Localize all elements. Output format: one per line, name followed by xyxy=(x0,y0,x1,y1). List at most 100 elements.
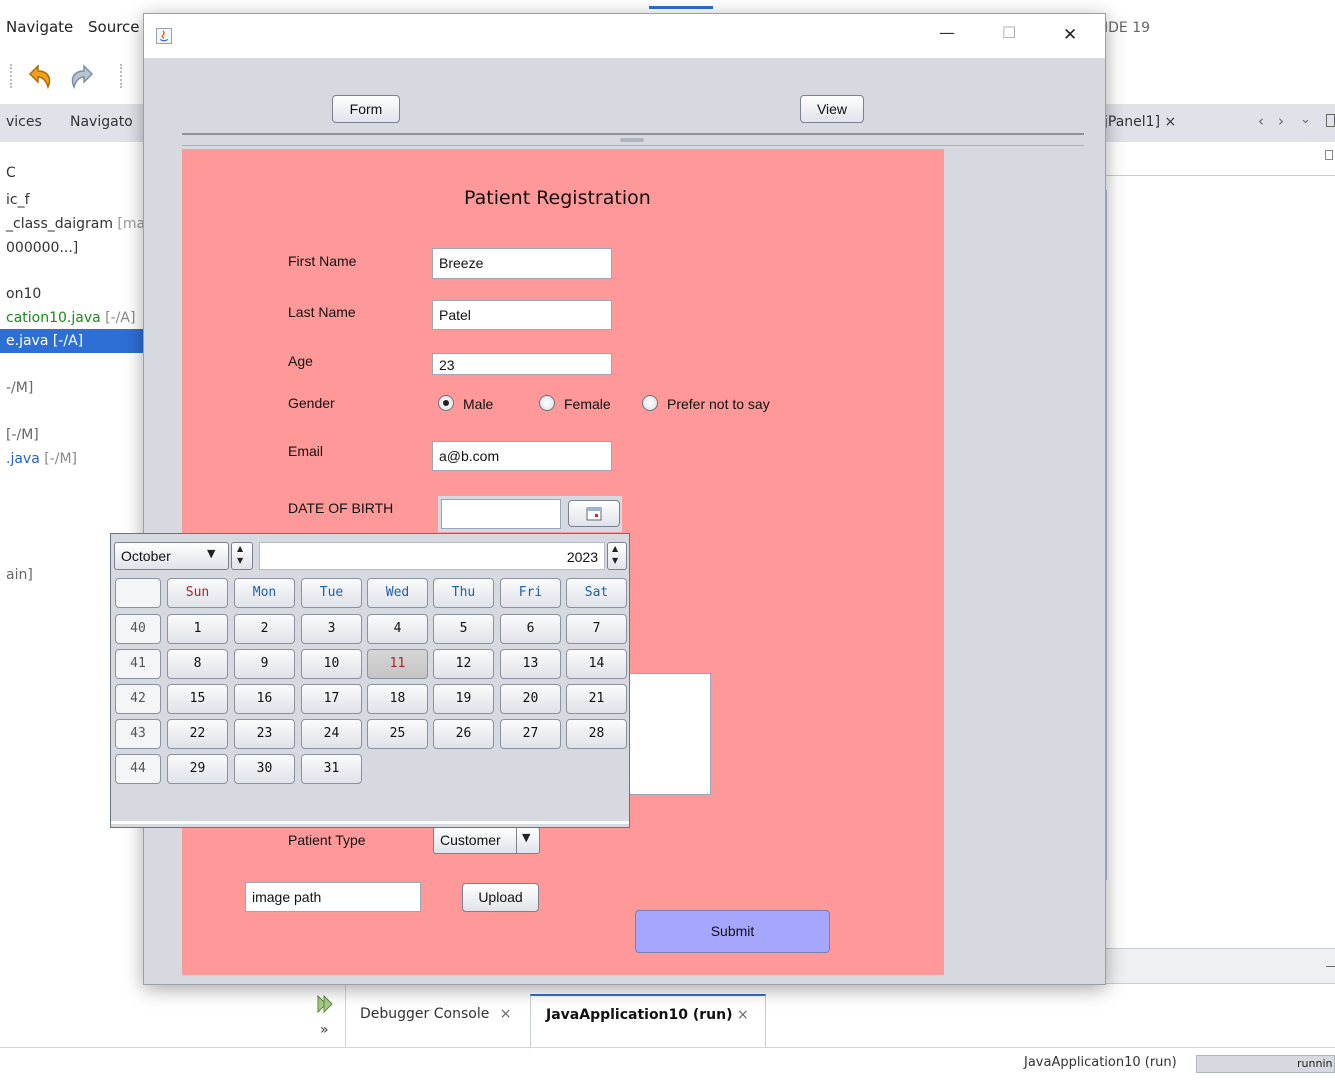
gender-female-label[interactable]: Female xyxy=(564,396,611,412)
upload-button[interactable]: Upload xyxy=(462,883,539,912)
view-tab-button[interactable]: View xyxy=(800,95,864,123)
tree-item-selected[interactable]: e.java [-/A] xyxy=(0,329,145,353)
day-cell-24[interactable]: 24 xyxy=(301,719,362,749)
close-icon[interactable]: × xyxy=(500,1006,512,1022)
toolbar-grip xyxy=(120,64,124,88)
gender-female-radio[interactable] xyxy=(539,395,555,411)
tab-services[interactable]: vices xyxy=(6,114,42,130)
day-cell-31[interactable]: 31 xyxy=(301,754,362,784)
day-header-fri: Fri xyxy=(500,578,561,608)
day-cell-25[interactable]: 25 xyxy=(367,719,428,749)
form-tab-button[interactable]: Form xyxy=(332,95,400,123)
rerun-icon[interactable] xyxy=(316,994,336,1014)
gender-prefer-not-radio[interactable] xyxy=(642,395,658,411)
day-cell-12[interactable]: 12 xyxy=(433,649,494,679)
split-divider[interactable] xyxy=(182,133,1084,135)
image-path-field[interactable]: image path xyxy=(245,882,421,912)
tree-item[interactable]: -/M] xyxy=(6,380,33,396)
patient-type-select[interactable]: Customer ▼ xyxy=(433,827,540,854)
chevron-down-icon[interactable]: ⌄ xyxy=(1300,112,1311,127)
year-field[interactable]: 2023 xyxy=(259,542,605,570)
day-cell-19[interactable]: 19 xyxy=(433,684,494,714)
chevron-down-icon: ▼ xyxy=(522,831,531,844)
week-number: 40 xyxy=(115,614,161,644)
tab-navigator[interactable]: Navigato xyxy=(70,114,133,130)
submit-button[interactable]: Submit xyxy=(635,910,830,953)
day-cell-1[interactable]: 1 xyxy=(167,614,228,644)
day-cell-14[interactable]: 14 xyxy=(566,649,627,679)
day-cell-29[interactable]: 29 xyxy=(167,754,228,784)
palette-icon[interactable] xyxy=(1325,150,1333,160)
email-field[interactable]: a@b.com xyxy=(432,441,612,471)
menu-source[interactable]: Source xyxy=(88,18,140,36)
tree-item[interactable]: cation10.java [-/A] xyxy=(6,310,135,326)
day-cell-17[interactable]: 17 xyxy=(301,684,362,714)
day-cell-11[interactable]: 11 xyxy=(367,649,428,679)
chevron-right-icon[interactable]: › xyxy=(1278,112,1284,130)
tree-item[interactable]: ic_f xyxy=(6,192,30,208)
minimize-icon[interactable] xyxy=(1326,966,1335,967)
calendar-button[interactable] xyxy=(568,500,620,527)
chevron-left-icon[interactable]: ‹ xyxy=(1258,112,1264,130)
tree-item[interactable]: _class_daigram [ma xyxy=(6,216,145,232)
tab-javaapplication10-run[interactable]: JavaApplication10 (run) × xyxy=(530,994,766,1048)
day-cell-16[interactable]: 16 xyxy=(234,684,295,714)
day-cell-20[interactable]: 20 xyxy=(500,684,561,714)
first-name-field[interactable]: Breeze xyxy=(432,248,612,279)
day-cell-8[interactable]: 8 xyxy=(167,649,228,679)
day-cell-18[interactable]: 18 xyxy=(367,684,428,714)
day-cell-10[interactable]: 10 xyxy=(301,649,362,679)
day-cell-26[interactable]: 26 xyxy=(433,719,494,749)
day-cell-30[interactable]: 30 xyxy=(234,754,295,784)
tab-jpanel[interactable]: jPanel1] × xyxy=(1104,114,1176,130)
day-cell-9[interactable]: 9 xyxy=(234,649,295,679)
minimize-button[interactable]: — xyxy=(939,23,955,42)
undo-icon[interactable] xyxy=(22,60,56,92)
progress-bar[interactable]: runnin xyxy=(1196,1055,1335,1073)
close-icon[interactable]: × xyxy=(1164,114,1176,130)
day-cell-5[interactable]: 5 xyxy=(433,614,494,644)
day-cell-22[interactable]: 22 xyxy=(167,719,228,749)
close-icon[interactable]: × xyxy=(737,1007,749,1023)
month-spinner[interactable]: ▲ ▼ xyxy=(231,542,253,570)
close-window-button[interactable]: ✕ xyxy=(1063,25,1077,45)
spin-down-icon[interactable]: ▼ xyxy=(612,556,618,565)
day-cell-28[interactable]: 28 xyxy=(566,719,627,749)
spin-down-icon[interactable]: ▼ xyxy=(237,556,243,565)
day-cell-27[interactable]: 27 xyxy=(500,719,561,749)
tree-item[interactable]: ain] xyxy=(6,567,33,583)
menu-navigate[interactable]: Navigate xyxy=(6,18,73,36)
tree-item[interactable]: [-/M] xyxy=(6,427,39,443)
tree-item[interactable]: 000000...] xyxy=(6,240,78,256)
spin-up-icon[interactable]: ▲ xyxy=(237,544,243,553)
month-select[interactable]: October ▼ xyxy=(114,542,229,570)
gender-male-label[interactable]: Male xyxy=(463,396,493,412)
day-cell-21[interactable]: 21 xyxy=(566,684,627,714)
redo-icon[interactable] xyxy=(66,60,100,92)
tree-item[interactable]: .java [-/M] xyxy=(6,451,77,467)
day-cell-2[interactable]: 2 xyxy=(234,614,295,644)
tree-item[interactable]: C xyxy=(6,165,16,181)
last-name-field[interactable]: Patel xyxy=(432,300,612,330)
spin-up-icon[interactable]: ▲ xyxy=(612,544,618,553)
age-field[interactable]: 23 xyxy=(432,353,612,375)
tab-debugger-console[interactable]: Debugger Console × xyxy=(360,1006,512,1022)
day-cell-7[interactable]: 7 xyxy=(566,614,627,644)
restore-window-icon[interactable] xyxy=(1326,114,1335,127)
day-cell-23[interactable]: 23 xyxy=(234,719,295,749)
more-tabs-icon[interactable]: » xyxy=(320,1022,329,1038)
dob-field[interactable] xyxy=(441,499,561,529)
divider xyxy=(516,828,517,853)
divider xyxy=(182,145,1084,146)
day-cell-6[interactable]: 6 xyxy=(500,614,561,644)
split-handle[interactable] xyxy=(620,138,644,142)
day-cell-4[interactable]: 4 xyxy=(367,614,428,644)
year-spinner[interactable]: ▲ ▼ xyxy=(607,542,627,570)
maximize-button[interactable]: ☐ xyxy=(1002,23,1016,42)
day-cell-3[interactable]: 3 xyxy=(301,614,362,644)
gender-male-radio[interactable] xyxy=(438,395,454,411)
day-cell-15[interactable]: 15 xyxy=(167,684,228,714)
day-cell-13[interactable]: 13 xyxy=(500,649,561,679)
tree-item[interactable]: on10 xyxy=(6,286,41,302)
gender-prefer-not-label[interactable]: Prefer not to say xyxy=(667,396,770,412)
